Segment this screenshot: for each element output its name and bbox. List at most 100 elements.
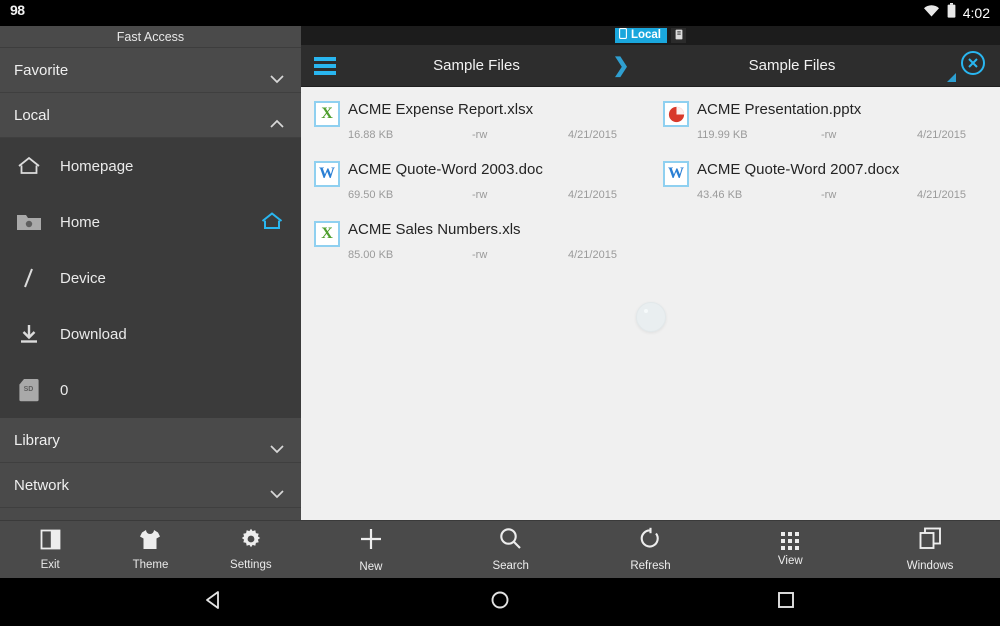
wifi-icon (923, 4, 940, 22)
gear-icon (240, 528, 262, 555)
file-size: 119.99 KB (697, 129, 748, 141)
theme-label: Theme (132, 558, 169, 571)
file-row[interactable]: W ACME Quote-Word 2003.doc 69.50 KB -rw … (301, 155, 650, 215)
file-permissions: -rw (821, 129, 837, 141)
loading-spinner (635, 302, 666, 332)
sd-card-icon: SD (14, 376, 44, 404)
sidebar: Fast Access Favorite Local Homepage Home… (0, 26, 301, 520)
file-permissions: -rw (472, 189, 488, 201)
close-circle-icon (960, 50, 986, 81)
file-row[interactable]: X ACME Expense Report.xlsx 16.88 KB -rw … (301, 95, 650, 155)
sidebar-section-library[interactable]: Library (0, 418, 301, 463)
file-icon-glyph: W (668, 165, 684, 182)
sidebar-section-local[interactable]: Local (0, 93, 301, 138)
chevron-up-icon (268, 106, 286, 128)
file-name: ACME Quote-Word 2007.docx (697, 161, 900, 178)
home-accent-icon[interactable] (261, 211, 283, 233)
hamburger-icon[interactable] (301, 56, 349, 75)
android-status-bar: 98 4:02 (0, 0, 1000, 26)
battery-icon (947, 3, 956, 23)
sidebar-item-sdcard[interactable]: SD 0 (0, 362, 301, 418)
windows-label: Windows (906, 560, 954, 572)
file-row[interactable]: ACME Presentation.pptx 119.99 KB -rw 4/2… (650, 95, 999, 155)
sidebar-item-device[interactable]: Device (0, 250, 301, 306)
file-size: 85.00 KB (348, 249, 394, 261)
exit-label: Exit (40, 558, 60, 571)
search-button[interactable]: Search (441, 527, 581, 572)
view-label: View (777, 555, 803, 567)
breadcrumb-left[interactable]: Sample Files (349, 57, 604, 74)
chevron-down-icon (268, 476, 286, 499)
main-panel: Local Sample Files ❯ Sample Files X ACME… (301, 26, 1000, 520)
status-clock: 4:02 (962, 5, 990, 21)
sidebar-section-favorite[interactable]: Favorite (0, 48, 301, 93)
recents-button[interactable] (714, 590, 857, 615)
sidebar-title: Fast Access (0, 26, 301, 48)
back-button[interactable] (143, 589, 286, 616)
file-name: ACME Presentation.pptx (697, 101, 862, 118)
battery-percent-label: 98 (10, 2, 25, 18)
tab-local[interactable]: Local (614, 28, 668, 43)
new-label: New (359, 560, 383, 573)
excel-file-icon: X (314, 101, 340, 127)
settings-label: Settings (230, 559, 272, 571)
sidebar-section-favorite-label: Favorite (14, 62, 69, 79)
sidebar-item-home[interactable]: Home (0, 194, 301, 250)
sidebar-item-homepage[interactable]: Homepage (0, 138, 301, 194)
tshirt-icon (139, 529, 161, 555)
search-label: Search (492, 560, 529, 572)
sidebar-section-network[interactable]: Network (0, 463, 301, 508)
file-name: ACME Quote-Word 2003.doc (348, 161, 543, 178)
file-name: ACME Expense Report.xlsx (348, 101, 534, 118)
sidebar-item-homepage-label: Homepage (60, 157, 134, 175)
sidebar-section-library-label: Library (14, 432, 60, 449)
breadcrumb-right[interactable]: Sample Files (638, 57, 946, 74)
refresh-icon (639, 527, 662, 555)
tab-strip: Local (301, 26, 1000, 45)
word-file-icon: W (663, 161, 689, 187)
file-permissions: -rw (472, 249, 488, 261)
back-triangle-icon (203, 589, 225, 616)
theme-button[interactable]: Theme (100, 529, 200, 571)
settings-button[interactable]: Settings (201, 528, 301, 571)
app-root: 98 4:02 Fast Access Favorite Local Homep… (0, 0, 1000, 626)
exit-button[interactable]: Exit (0, 529, 100, 571)
file-row[interactable]: W ACME Quote-Word 2007.docx 43.46 KB -rw… (650, 155, 999, 215)
home-button[interactable] (429, 589, 572, 616)
view-button[interactable]: View (720, 532, 860, 567)
breadcrumb-separator-icon: ❯ (612, 55, 630, 77)
sidebar-item-download[interactable]: Download (0, 306, 301, 362)
sidebar-section-network-label: Network (14, 477, 70, 494)
file-list-column-right: ACME Presentation.pptx 119.99 KB -rw 4/2… (650, 95, 999, 215)
file-meta: 119.99 KB -rw 4/21/2015 (697, 129, 997, 143)
file-list: X ACME Expense Report.xlsx 16.88 KB -rw … (301, 87, 1000, 520)
excel-file-icon: X (314, 221, 340, 247)
file-row[interactable]: X ACME Sales Numbers.xls 85.00 KB -rw 4/… (301, 215, 650, 275)
file-size: 69.50 KB (348, 189, 394, 201)
chevron-down-icon (268, 431, 286, 454)
refresh-button[interactable]: Refresh (581, 527, 721, 572)
android-nav-bar (0, 578, 1000, 626)
word-file-icon: W (314, 161, 340, 187)
chevron-down-icon (268, 61, 286, 84)
main-toolbar: New Search Refresh View Windows (301, 520, 1000, 578)
main-header: Sample Files ❯ Sample Files (301, 45, 1000, 87)
file-date: 4/21/2015 (917, 129, 966, 141)
resize-handle-icon[interactable] (947, 73, 956, 82)
tab-secondary[interactable] (671, 28, 687, 43)
search-icon (499, 527, 522, 555)
file-date: 4/21/2015 (917, 189, 966, 201)
file-meta: 69.50 KB -rw 4/21/2015 (348, 189, 648, 203)
sidebar-section-local-label: Local (14, 107, 50, 124)
file-meta: 85.00 KB -rw 4/21/2015 (348, 249, 648, 263)
new-button[interactable]: New (301, 527, 441, 573)
file-date: 4/21/2015 (568, 249, 617, 261)
file-icon-glyph: W (319, 165, 335, 182)
file-date: 4/21/2015 (568, 129, 617, 141)
download-icon (14, 320, 44, 348)
file-icon-glyph: X (321, 225, 333, 242)
tab-local-label: Local (630, 29, 662, 41)
windows-button[interactable]: Windows (860, 527, 1000, 572)
sidebar-local-items: Homepage Home Device Download SD 0 (0, 138, 301, 418)
sidebar-toolbar: Exit Theme Settings (0, 520, 301, 578)
